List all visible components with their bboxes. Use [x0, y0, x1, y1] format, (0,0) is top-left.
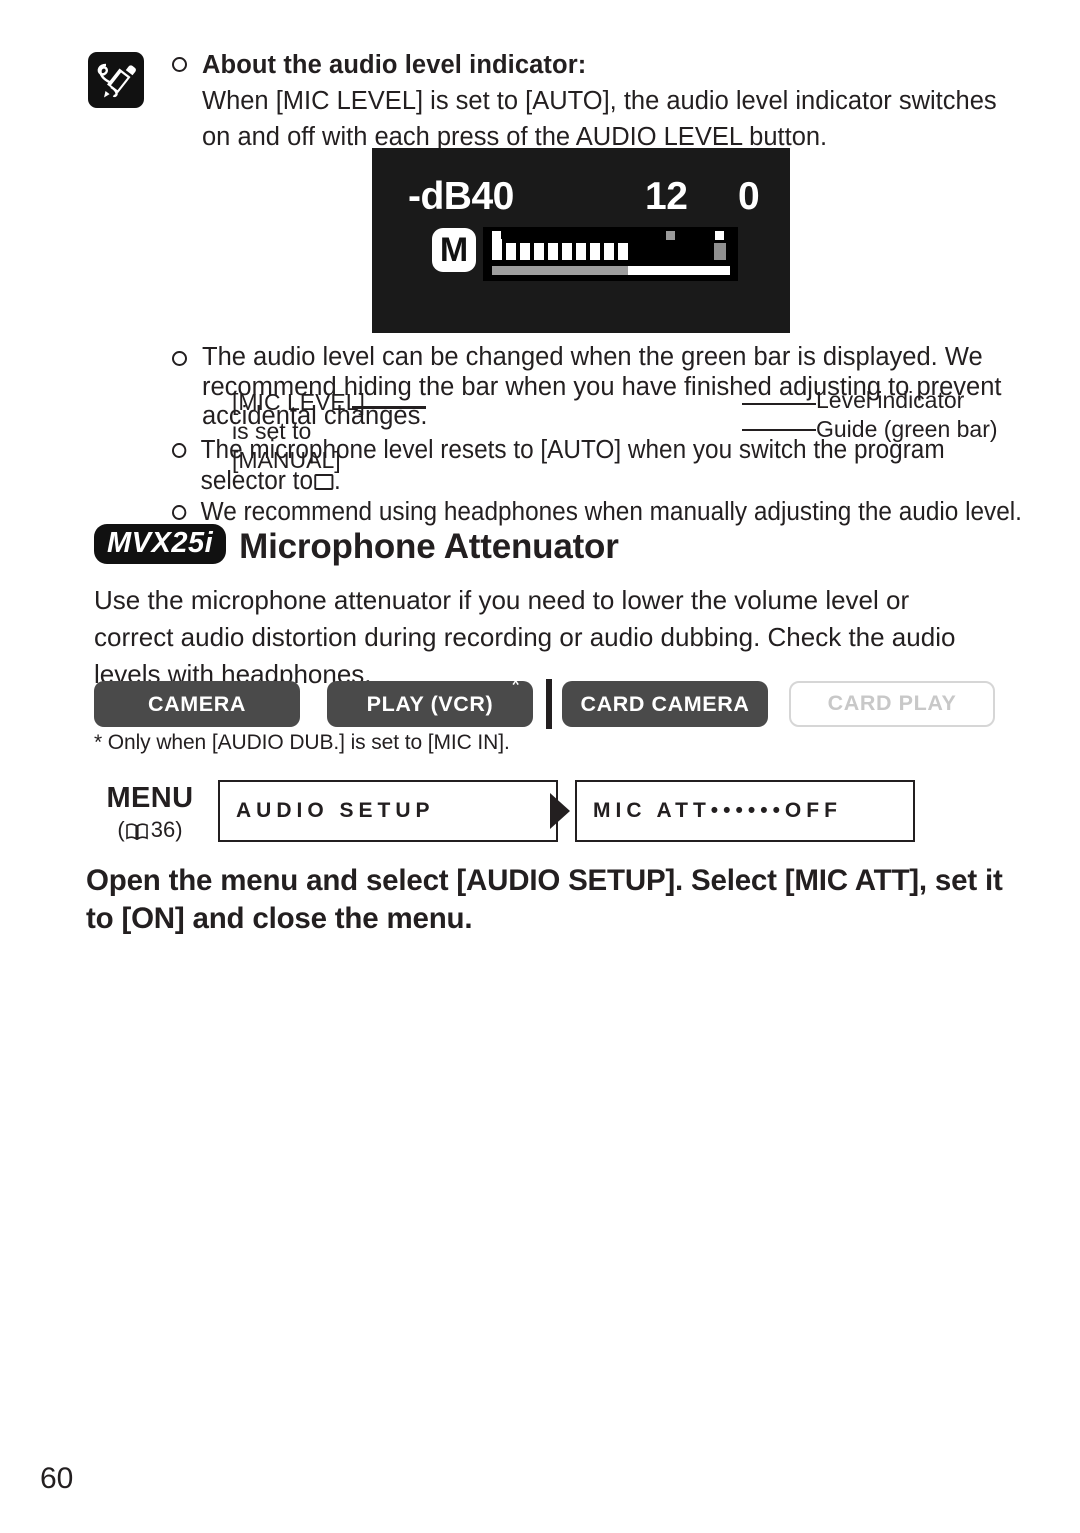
guide-green-bar [492, 266, 730, 275]
meter-segments [492, 239, 628, 260]
bullet-circle-icon [172, 442, 187, 458]
meter-peak-indicator [714, 243, 726, 260]
mode-button-asterisk: * [511, 672, 521, 699]
meter-segment [618, 243, 628, 260]
menu-page-number: 36 [150, 817, 176, 842]
scale-label-right: 0 [738, 175, 760, 218]
meter-segment [590, 243, 600, 260]
bullet-text-2-before: The microphone level resets to [AUTO] wh… [200, 435, 945, 495]
meter-segment [492, 239, 502, 260]
meter-segment [576, 243, 586, 260]
section-body-text: Use the microphone attenuator if you nee… [94, 585, 956, 689]
scale-label-mid: 12 [645, 175, 688, 218]
mode-footnote: * Only when [AUDIO DUB.] is set to [MIC … [94, 731, 510, 754]
instruction-text: Open the menu and select [AUDIO SETUP]. … [86, 864, 1003, 935]
note-title: About the audio level indicator: [202, 51, 587, 79]
meter-segment [562, 243, 572, 260]
meter-tick-right [715, 231, 724, 240]
note-text: When [MIC LEVEL] is set to [AUTO], the a… [202, 87, 997, 151]
note-body: About the audio level indicator: When [M… [172, 48, 1008, 155]
bullet-text-1: The audio level can be changed when the … [202, 343, 1002, 430]
mode-button-play-vcr-label: PLAY (VCR) [366, 692, 494, 716]
mode-button-camera[interactable]: CAMERA [94, 681, 300, 727]
meter-tick-mid [666, 231, 675, 240]
paren-close: ) [175, 817, 183, 842]
page-title: Microphone Attenuator [239, 527, 619, 566]
mode-button-card-play[interactable]: CARD PLAY [789, 681, 995, 727]
meter-segment [534, 243, 544, 260]
section-heading: MVX25i Microphone Attenuator [94, 524, 994, 572]
note-pencil-icon [88, 52, 144, 108]
manual-mode-badge: M [432, 228, 476, 272]
page-number: 60 [40, 1462, 74, 1495]
menu-item-mic-att[interactable]: MIC ATT••••••OFF [575, 780, 915, 842]
menu-path-row: MENU (36) AUDIO SETUP MIC ATT••••••OFF [90, 780, 1000, 842]
mode-button-play-vcr[interactable]: PLAY (VCR) * [327, 672, 533, 727]
audio-level-meter [483, 227, 738, 281]
mode-button-row: CAMERA PLAY (VCR) * CARD CAMERA CARD PLA… [94, 672, 995, 729]
bullet-circle-icon [172, 351, 187, 366]
paren-open: ( [117, 817, 125, 842]
meter-segment [520, 243, 530, 260]
menu-label-group: MENU (36) [90, 782, 210, 848]
menu-label: MENU [106, 782, 194, 814]
note-title-row: About the audio level indicator: [172, 48, 1008, 83]
menu-page-reference: (36) [90, 815, 210, 848]
mode-group-divider [546, 679, 552, 729]
mode-button-card-camera[interactable]: CARD CAMERA [562, 681, 768, 727]
lcd-scale: -dB40 12 0 [408, 176, 768, 218]
scale-label-left: -dB40 [408, 175, 514, 218]
lcd-screen: -dB40 12 0 M [372, 148, 790, 333]
list-item: The audio level can be changed when the … [172, 343, 1002, 432]
bullet-circle-icon [172, 504, 187, 520]
bullet-text-2-after: . [334, 466, 341, 495]
guide-green-bar-fill [492, 266, 628, 275]
bullet-list: The audio level can be changed when the … [172, 343, 1022, 528]
bullet-circle-icon [172, 57, 187, 72]
bullet-text-3: We recommend using headphones when manua… [200, 497, 1022, 526]
meter-segment [604, 243, 614, 260]
program-auto-rectangle-icon [313, 473, 334, 490]
meter-segment [548, 243, 558, 260]
list-item: We recommend using headphones when manua… [172, 497, 1032, 528]
menu-item-audio-setup[interactable]: AUDIO SETUP [218, 780, 558, 842]
audio-level-figure: [MIC LEVEL] is set to [MANUAL] -dB40 12 … [0, 148, 1080, 473]
meter-segment [506, 243, 516, 260]
list-item: The microphone level resets to [AUTO] wh… [172, 435, 1032, 497]
model-badge-mvx25i: MVX25i [94, 524, 227, 564]
book-icon [125, 818, 148, 848]
